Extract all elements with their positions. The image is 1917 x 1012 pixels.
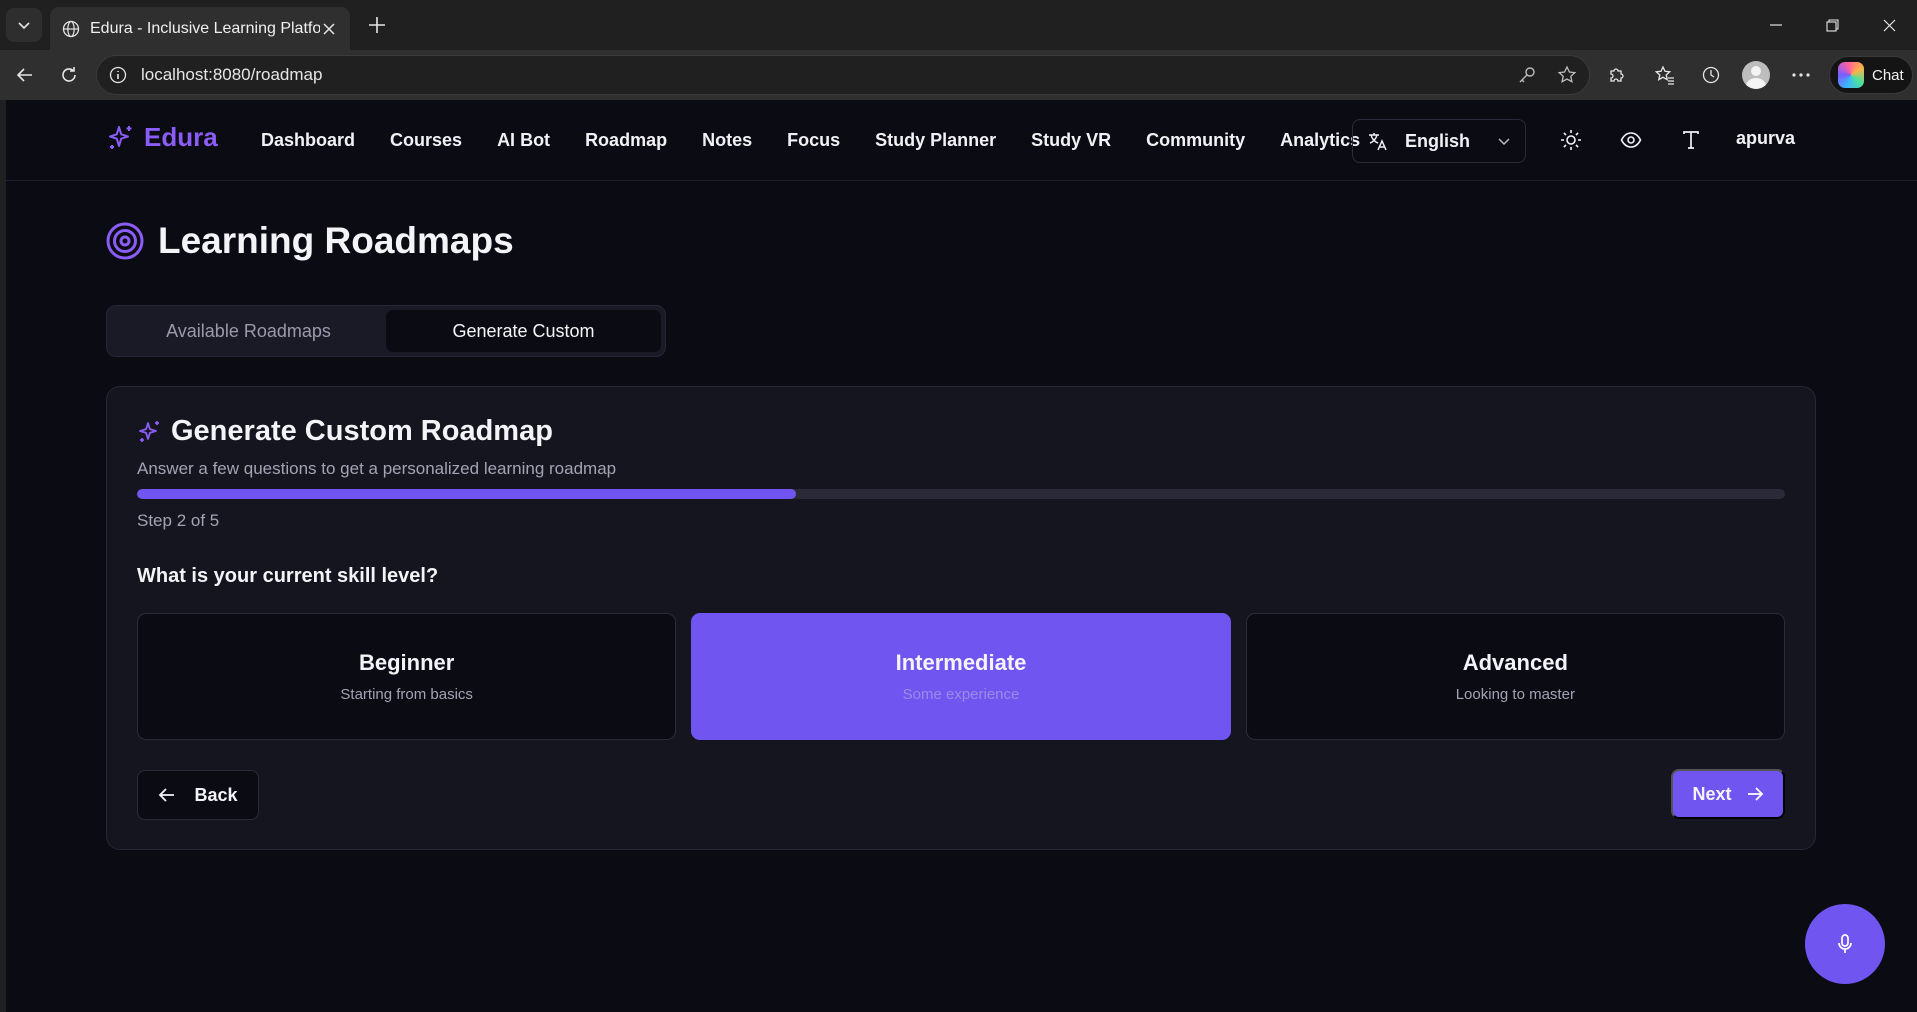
info-icon[interactable] [109,66,127,84]
chevron-down-icon [1498,138,1510,146]
nav-courses[interactable]: Courses [390,130,462,151]
app-header: Edura Dashboard Courses AI Bot Roadmap N… [6,100,1917,181]
option-advanced[interactable]: Advanced Looking to master [1245,613,1785,740]
option-beginner[interactable]: Beginner Starting from basics [137,613,677,740]
more-button[interactable] [1784,58,1818,92]
brand-logo[interactable]: Edura [106,122,218,153]
restore-button[interactable] [1804,0,1860,50]
sparkle-icon [109,125,132,149]
progress-bar [137,489,1785,499]
nav-study-vr[interactable]: Study VR [1031,130,1111,151]
username[interactable]: apurva [1736,128,1795,149]
main-nav: Dashboard Courses AI Bot Roadmap Notes F… [261,100,1395,181]
card-heading: Generate Custom Roadmap [137,415,553,448]
puzzle-icon [1610,68,1624,82]
nav-focus[interactable]: Focus [787,130,840,151]
page-title: Learning Roadmaps [158,220,514,261]
step-indicator: Step 2 of 5 [137,511,220,530]
history-icon [1702,66,1720,84]
option-description: Looking to master [1455,686,1575,703]
option-intermediate[interactable]: Intermediate Some experience [691,613,1231,740]
language-label: English [1405,130,1471,151]
globe-icon [62,20,80,37]
star-icon[interactable] [1557,65,1577,85]
minimize-icon [1770,24,1782,26]
visibility-button[interactable] [1617,126,1645,154]
copilot-chat-button[interactable]: Chat [1829,56,1913,94]
theme-toggle-button[interactable] [1557,126,1585,154]
nav-roadmap[interactable]: Roadmap [585,130,667,151]
question-text: What is your current skill level? [137,565,439,587]
close-icon [1883,19,1895,31]
history-button[interactable] [1694,58,1728,92]
tab-generate-custom[interactable]: Generate Custom [386,310,661,352]
close-window-button[interactable] [1861,0,1917,50]
roadmap-tabs: Available Roadmaps Generate Custom [106,305,666,357]
address-bar[interactable]: localhost:8080/roadmap [96,55,1590,95]
language-select[interactable]: English [1352,119,1526,163]
sun-icon [1561,130,1581,150]
nav-notes[interactable]: Notes [702,130,752,151]
browser-tab-strip: Edura - Inclusive Learning Platform [0,0,1917,50]
arrow-left-icon [16,68,32,82]
brand-name: Edura [144,122,218,152]
nav-study-planner[interactable]: Study Planner [875,130,996,151]
option-description: Starting from basics [340,686,473,703]
arrow-right-icon [1747,787,1763,801]
tab-title: Edura - Inclusive Learning Platform [90,19,320,37]
option-title: Advanced [1462,650,1568,675]
card-title: Generate Custom Roadmap [171,415,553,447]
page-viewport: Edura Dashboard Courses AI Bot Roadmap N… [6,100,1917,1012]
nav-dashboard[interactable]: Dashboard [261,130,355,151]
microphone-icon [1838,934,1852,953]
favorites-icon [1655,65,1674,85]
more-dots-icon [1792,73,1810,77]
plus-icon [369,17,385,33]
option-title: Beginner [358,650,455,675]
reload-button[interactable] [52,58,86,92]
nav-analytics[interactable]: Analytics [1280,130,1360,151]
browser-tab[interactable]: Edura - Inclusive Learning Platform [50,7,350,50]
text-icon [1683,131,1699,149]
option-description: Some experience [902,686,1020,703]
sparkles-icon [139,420,159,442]
page-heading: Learning Roadmaps [106,220,514,262]
back-nav-button[interactable] [8,58,42,92]
nav-community[interactable]: Community [1146,130,1245,151]
close-tab-icon[interactable] [320,20,338,38]
extensions-button[interactable] [1600,58,1634,92]
copilot-icon [1838,62,1864,88]
arrow-left-icon [159,788,175,802]
restore-icon [1825,18,1839,32]
back-button[interactable]: Back [137,770,259,820]
font-size-button[interactable] [1677,126,1705,154]
next-label: Next [1692,783,1732,804]
target-icon [106,222,144,260]
eye-icon [1620,132,1642,148]
skill-level-options: Beginner Starting from basics Intermedia… [137,613,1785,740]
browser-toolbar: localhost:8080/roadmap Chat [0,50,1917,100]
chat-label: Chat [1872,66,1904,84]
nav-ai-bot[interactable]: AI Bot [497,130,550,151]
url-text[interactable]: localhost:8080/roadmap [141,65,322,85]
next-button[interactable]: Next [1671,769,1785,819]
reload-icon [62,67,76,82]
tab-available-roadmaps[interactable]: Available Roadmaps [111,310,386,352]
new-tab-button[interactable] [362,10,392,40]
minimize-button[interactable] [1748,0,1804,50]
translate-icon [1369,133,1387,151]
back-label: Back [194,784,238,805]
profile-button[interactable] [1739,58,1773,92]
key-icon[interactable] [1517,65,1537,85]
voice-assistant-button[interactable] [1805,904,1885,984]
avatar [1742,61,1770,89]
chevron-down-icon [18,22,30,30]
tab-actions-menu[interactable] [6,8,42,42]
favorites-button[interactable] [1648,58,1682,92]
card-subtitle: Answer a few questions to get a personal… [137,459,617,478]
option-title: Intermediate [895,650,1027,675]
progress-fill [137,489,797,499]
generate-roadmap-card: Generate Custom Roadmap Answer a few que… [106,386,1816,850]
